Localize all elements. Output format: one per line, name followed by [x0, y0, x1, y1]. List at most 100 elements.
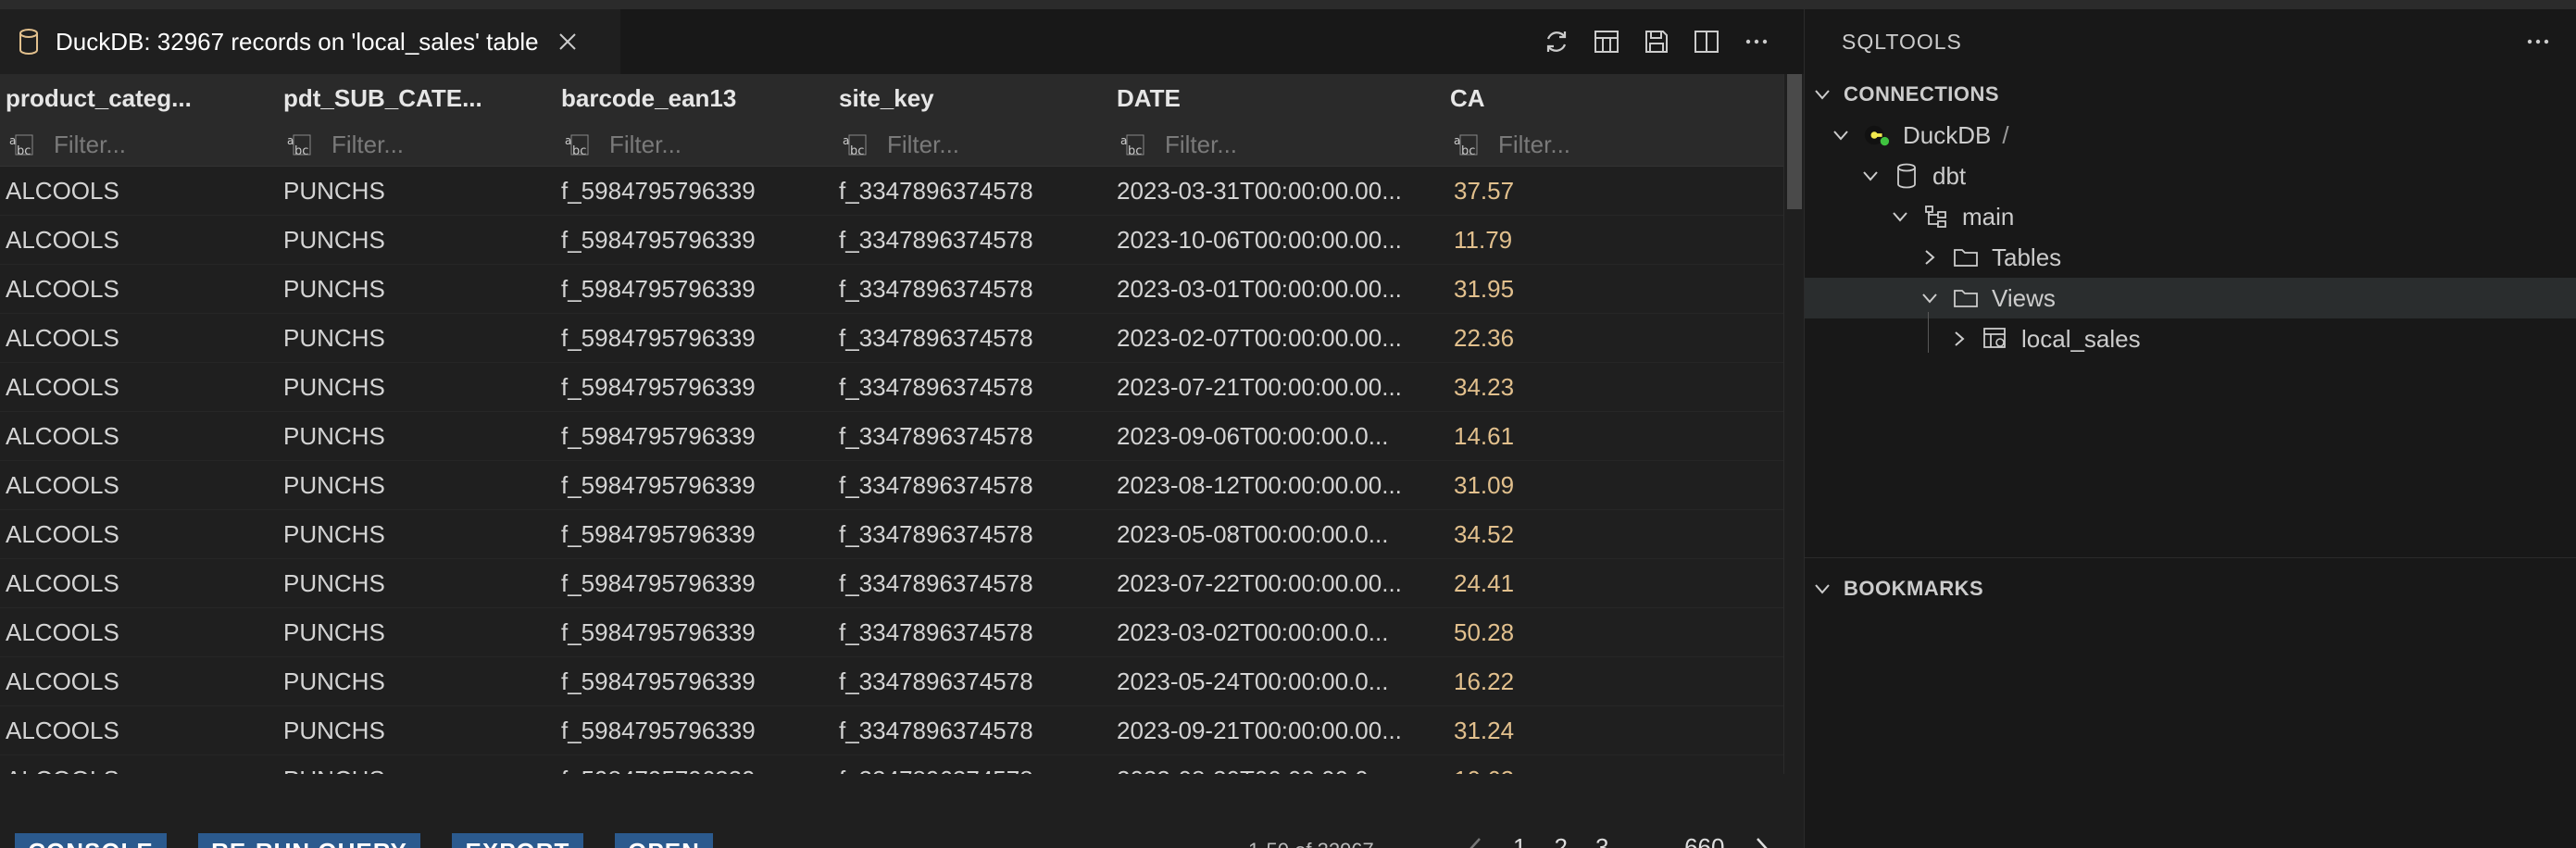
column-header[interactable]: DATE: [1117, 74, 1441, 122]
table-row[interactable]: ALCOOLSPUNCHSf_5984795796339f_3347896374…: [0, 167, 1783, 216]
rerun-query-button[interactable]: RE-RUN QUERY: [198, 833, 420, 848]
table-cell[interactable]: f_5984795796339: [561, 314, 830, 363]
table-cell[interactable]: f_5984795796339: [561, 461, 830, 510]
table-cell[interactable]: ALCOOLS: [6, 412, 274, 461]
table-cell[interactable]: 2023-07-22T00:00:00.00...: [1117, 559, 1441, 608]
table-row[interactable]: ALCOOLSPUNCHSf_5984795796339f_3347896374…: [0, 706, 1783, 755]
table-cell[interactable]: f_5984795796339: [561, 412, 830, 461]
table-cell[interactable]: f_5984795796339: [561, 167, 830, 216]
table-row[interactable]: ALCOOLSPUNCHSf_5984795796339f_3347896374…: [0, 216, 1783, 265]
table-cell[interactable]: ALCOOLS: [6, 706, 274, 755]
table-cell[interactable]: 2023-03-01T00:00:00.00...: [1117, 265, 1441, 314]
table-cell[interactable]: ALCOOLS: [6, 167, 274, 216]
table-cell[interactable]: f_3347896374578: [839, 706, 1107, 755]
tree-item-tables[interactable]: Tables: [1805, 237, 2576, 278]
table-row[interactable]: ALCOOLSPUNCHSf_5984795796339f_3347896374…: [0, 363, 1783, 412]
table-cell[interactable]: 14.61: [1454, 412, 1759, 461]
table-row[interactable]: ALCOOLSPUNCHSf_5984795796339f_3347896374…: [0, 608, 1783, 657]
table-row[interactable]: ALCOOLSPUNCHSf_5984795796339f_3347896374…: [0, 461, 1783, 510]
filter-input[interactable]: Filter...: [609, 131, 682, 159]
table-cell[interactable]: f_5984795796339: [561, 755, 830, 774]
results-tab[interactable]: DuckDB: 32967 records on 'local_sales' t…: [0, 9, 620, 74]
table-cell[interactable]: f_5984795796339: [561, 510, 830, 559]
table-row[interactable]: ALCOOLSPUNCHSf_5984795796339f_3347896374…: [0, 265, 1783, 314]
scrollbar-thumb[interactable]: [1787, 74, 1802, 209]
table-cell[interactable]: ALCOOLS: [6, 314, 274, 363]
open-button[interactable]: OPEN: [615, 833, 713, 848]
table-cell[interactable]: 2023-08-30T00:00:00.0...: [1117, 755, 1441, 774]
table-cell[interactable]: f_3347896374578: [839, 608, 1107, 657]
table-cell[interactable]: PUNCHS: [283, 216, 552, 265]
table-cell[interactable]: PUNCHS: [283, 608, 552, 657]
table-cell[interactable]: ALCOOLS: [6, 363, 274, 412]
table-view-button[interactable]: [1591, 26, 1622, 57]
more-actions-button[interactable]: [1741, 26, 1772, 57]
split-editor-button[interactable]: [1691, 26, 1722, 57]
table-cell[interactable]: 2023-09-06T00:00:00.0...: [1117, 412, 1441, 461]
column-header[interactable]: pdt_SUB_CATE...: [283, 74, 552, 122]
table-cell[interactable]: f_5984795796339: [561, 559, 830, 608]
table-cell[interactable]: PUNCHS: [283, 167, 552, 216]
table-cell[interactable]: f_5984795796339: [561, 608, 830, 657]
table-cell[interactable]: 31.24: [1454, 706, 1759, 755]
table-row[interactable]: ALCOOLSPUNCHSf_5984795796339f_3347896374…: [0, 314, 1783, 363]
page-link[interactable]: 660: [1684, 833, 1724, 848]
console-button[interactable]: CONSOLE: [15, 833, 167, 848]
table-cell[interactable]: 34.23: [1454, 363, 1759, 412]
table-cell[interactable]: PUNCHS: [283, 657, 552, 706]
close-icon[interactable]: [556, 30, 580, 54]
page-link[interactable]: 3: [1595, 833, 1608, 848]
table-cell[interactable]: 10.62: [1454, 755, 1759, 774]
grid-vertical-scrollbar[interactable]: [1783, 74, 1804, 774]
filter-input[interactable]: Filter...: [1498, 131, 1570, 159]
table-cell[interactable]: PUNCHS: [283, 559, 552, 608]
table-cell[interactable]: ALCOOLS: [6, 755, 274, 774]
table-cell[interactable]: 2023-03-02T00:00:00.0...: [1117, 608, 1441, 657]
table-cell[interactable]: PUNCHS: [283, 314, 552, 363]
table-cell[interactable]: PUNCHS: [283, 706, 552, 755]
ellipsis-icon[interactable]: [2522, 26, 2554, 57]
table-row[interactable]: ALCOOLSPUNCHSf_5984795796339f_3347896374…: [0, 559, 1783, 608]
export-button[interactable]: EXPORT: [452, 833, 583, 848]
tree-item-dbt[interactable]: dbt: [1805, 156, 2576, 196]
table-cell[interactable]: ALCOOLS: [6, 559, 274, 608]
tree-item-duckdb[interactable]: DuckDB /: [1805, 115, 2576, 156]
filter-input[interactable]: Filter...: [331, 131, 404, 159]
table-cell[interactable]: PUNCHS: [283, 265, 552, 314]
chevron-left-icon[interactable]: [1467, 835, 1485, 848]
table-cell[interactable]: 24.41: [1454, 559, 1759, 608]
filter-cell[interactable]: a bc Filter...: [843, 122, 959, 167]
filter-cell[interactable]: a bc Filter...: [9, 122, 126, 167]
tree-item-main[interactable]: main: [1805, 196, 2576, 237]
tree-item-local-sales[interactable]: local_sales: [1805, 318, 2576, 359]
filter-cell[interactable]: a bc Filter...: [1120, 122, 1237, 167]
column-header[interactable]: CA: [1450, 74, 1765, 122]
table-cell[interactable]: f_3347896374578: [839, 412, 1107, 461]
filter-cell[interactable]: a bc Filter...: [1454, 122, 1570, 167]
table-cell[interactable]: ALCOOLS: [6, 265, 274, 314]
table-cell[interactable]: 2023-10-06T00:00:00.00...: [1117, 216, 1441, 265]
table-cell[interactable]: 22.36: [1454, 314, 1759, 363]
table-cell[interactable]: f_5984795796339: [561, 657, 830, 706]
column-header[interactable]: product_categ...: [6, 74, 274, 122]
column-header[interactable]: site_key: [839, 74, 1107, 122]
table-cell[interactable]: 11.79: [1454, 216, 1759, 265]
filter-cell[interactable]: a bc Filter...: [565, 122, 682, 167]
page-link[interactable]: 2: [1554, 833, 1567, 848]
table-row[interactable]: ALCOOLSPUNCHSf_5984795796339f_3347896374…: [0, 510, 1783, 559]
table-cell[interactable]: f_3347896374578: [839, 314, 1107, 363]
table-cell[interactable]: ALCOOLS: [6, 657, 274, 706]
bookmarks-section-header[interactable]: BOOKMARKS: [1805, 568, 2576, 609]
table-cell[interactable]: 16.22: [1454, 657, 1759, 706]
table-cell[interactable]: f_3347896374578: [839, 510, 1107, 559]
table-cell[interactable]: 31.09: [1454, 461, 1759, 510]
tree-item-views[interactable]: Views: [1805, 278, 2576, 318]
table-cell[interactable]: f_3347896374578: [839, 265, 1107, 314]
table-cell[interactable]: ALCOOLS: [6, 510, 274, 559]
table-cell[interactable]: 2023-03-31T00:00:00.00...: [1117, 167, 1441, 216]
table-cell[interactable]: f_3347896374578: [839, 461, 1107, 510]
table-cell[interactable]: 2023-05-08T00:00:00.0...: [1117, 510, 1441, 559]
table-cell[interactable]: 37.57: [1454, 167, 1759, 216]
table-cell[interactable]: f_3347896374578: [839, 559, 1107, 608]
table-cell[interactable]: PUNCHS: [283, 363, 552, 412]
